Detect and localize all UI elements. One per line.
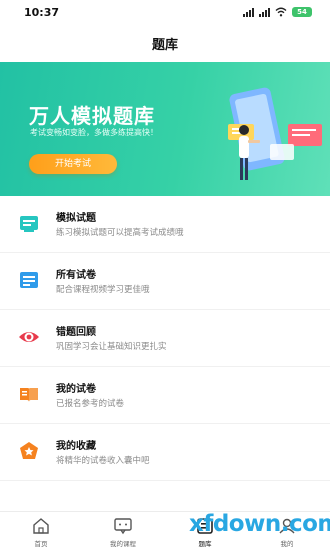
- tab-label: 首页: [34, 540, 48, 548]
- list-item-title: 错题回顾: [56, 327, 96, 338]
- tab-home[interactable]: 首页: [0, 512, 82, 550]
- exam-card-icon: [20, 216, 38, 232]
- list-item-title: 我的收藏: [56, 441, 96, 452]
- list-item-subtitle: 已报名参考的试卷: [56, 399, 125, 409]
- page-title: 题库: [151, 38, 178, 53]
- banner-subtitle: 考试变畅如变脸，多做多练提高快！: [30, 128, 158, 137]
- list-item-title: 我的试卷: [56, 384, 96, 395]
- eye-icon: [19, 332, 39, 342]
- nav-bar: 题库: [0, 24, 330, 62]
- status-bar: 10:37 54: [0, 0, 330, 24]
- wifi-icon: [275, 7, 287, 17]
- phone-illustration-icon: [228, 87, 322, 180]
- banner-title: 万人模拟题库: [29, 104, 155, 128]
- start-exam-button[interactable]: 开始考试: [29, 154, 117, 174]
- list-item-subtitle: 配合课程视频学习更佳哦: [56, 285, 150, 295]
- course-icon: [114, 518, 132, 535]
- signal-icon-2: [259, 7, 270, 17]
- home-icon: [33, 518, 49, 534]
- list-item-my-favorites[interactable]: 我的收藏 将精华的试卷收入囊中吧: [0, 424, 330, 481]
- status-time: 10:37: [24, 6, 60, 19]
- signal-icon: [243, 7, 254, 17]
- list-item-mock-exam[interactable]: 模拟试题 练习模拟试题可以提高考试成绩哦: [0, 196, 330, 253]
- question-bank-list: 模拟试题 练习模拟试题可以提高考试成绩哦 所有试卷 配合课程视频学习更佳哦 错题…: [0, 196, 330, 481]
- tab-label: 题库: [198, 540, 212, 548]
- book-icon: [20, 388, 38, 402]
- list-item-wrong-review[interactable]: 错题回顾 巩固学习会让基础知识更扎实: [0, 310, 330, 367]
- list-item-subtitle: 巩固学习会让基础知识更扎实: [56, 342, 167, 352]
- list-item-all-papers[interactable]: 所有试卷 配合课程视频学习更佳哦: [0, 253, 330, 310]
- list-item-title: 模拟试题: [56, 213, 96, 224]
- status-icons: 54: [243, 6, 312, 18]
- list-item-title: 所有试卷: [56, 270, 96, 281]
- star-icon: [20, 442, 38, 459]
- battery-icon: 54: [292, 7, 312, 17]
- site-watermark: xfdown.com: [189, 511, 330, 537]
- list-item-my-papers[interactable]: 我的试卷 已报名参考的试卷: [0, 367, 330, 424]
- papers-icon: [20, 272, 38, 288]
- list-item-subtitle: 练习模拟试题可以提高考试成绩哦: [56, 228, 184, 238]
- tab-label: 我的课程: [110, 540, 136, 548]
- promo-banner[interactable]: 万人模拟题库 考试变畅如变脸，多做多练提高快！ 开始考试: [0, 62, 330, 196]
- tab-my-courses[interactable]: 我的课程: [82, 512, 164, 550]
- list-item-subtitle: 将精华的试卷收入囊中吧: [56, 456, 150, 466]
- tab-label: 我的: [280, 540, 294, 548]
